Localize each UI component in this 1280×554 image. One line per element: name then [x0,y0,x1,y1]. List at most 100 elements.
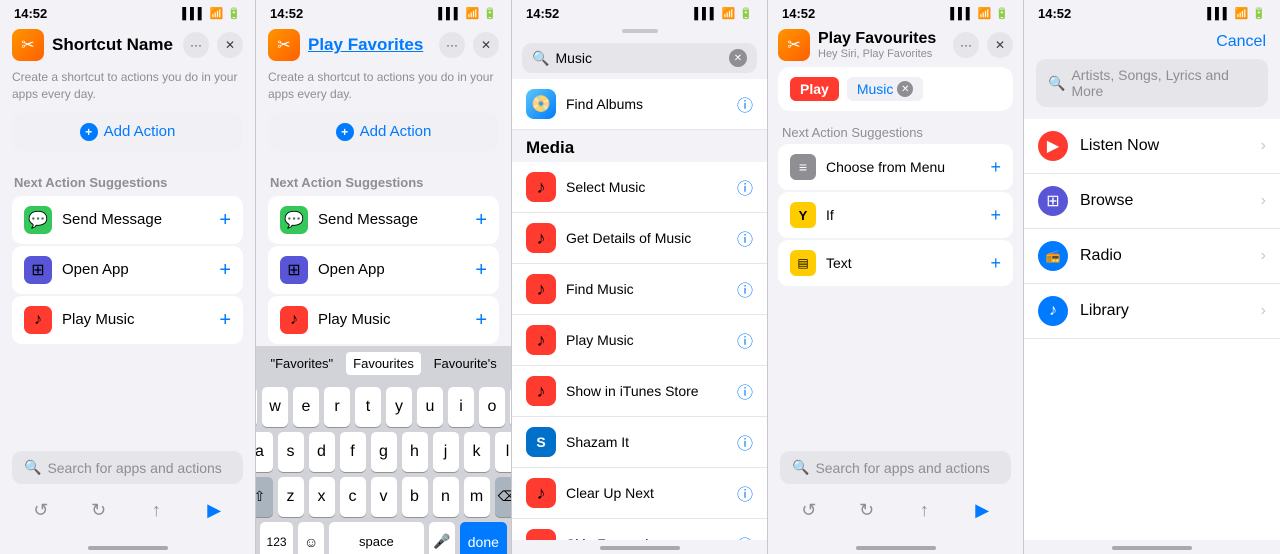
suggestion-open-app-2[interactable]: ⊞ Open App + [268,246,499,294]
search-bar-1[interactable]: 🔍 Search for apps and actions [12,451,243,484]
next-sugg-choose-menu[interactable]: ≡ Choose from Menu + [778,144,1013,190]
add-action-button-2[interactable]: + Add Action [268,113,499,151]
suggestion-play-music-1[interactable]: ♪ Play Music + [12,296,243,344]
menu-icon-1[interactable]: ··· [183,32,209,58]
next-sugg-if[interactable]: Y If + [778,192,1013,238]
key-z[interactable]: z [278,477,304,517]
key-b[interactable]: b [402,477,428,517]
result-itunes-store[interactable]: ♪ Show in iTunes Store ⓘ [512,366,767,417]
nav-redo-4[interactable]: ↻ [853,496,881,524]
add-if[interactable]: + [990,205,1001,226]
nav-undo-4[interactable]: ↺ [795,496,823,524]
nav-play-4[interactable]: ▶ [968,496,996,524]
fav-menu-icon[interactable]: ··· [953,32,979,58]
itunes-library[interactable]: ♪ Library › [1024,284,1280,339]
key-r[interactable]: r [324,387,350,427]
info-icon-shazam[interactable]: ⓘ [737,430,753,454]
key-f[interactable]: f [340,432,366,472]
result-shazam[interactable]: S Shazam It ⓘ [512,417,767,468]
key-l[interactable]: l [495,432,513,472]
key-j[interactable]: j [433,432,459,472]
itunes-search-bar[interactable]: 🔍 Artists, Songs, Lyrics and More [1036,59,1268,107]
key-x[interactable]: x [309,477,335,517]
key-h[interactable]: h [402,432,428,472]
add-action-button-1[interactable]: + Add Action [12,113,243,151]
key-i[interactable]: i [448,387,474,427]
key-a[interactable]: a [256,432,273,472]
suggestion-send-message-2[interactable]: 💬 Send Message + [268,196,499,244]
result-find-music[interactable]: ♪ Find Music ⓘ [512,264,767,315]
key-o[interactable]: o [479,387,505,427]
key-123[interactable]: 123 [260,522,293,554]
key-d[interactable]: d [309,432,335,472]
clear-music-tag[interactable]: ✕ [897,81,913,97]
search-clear-3[interactable]: ✕ [729,49,747,67]
suggestion-send-message-1[interactable]: 💬 Send Message + [12,196,243,244]
nav-share-4[interactable]: ↑ [910,496,938,524]
suggestion-open-app-1[interactable]: ⊞ Open App + [12,246,243,294]
info-icon-itunes[interactable]: ⓘ [737,379,753,403]
key-g[interactable]: g [371,432,397,472]
result-get-details[interactable]: ♪ Get Details of Music ⓘ [512,213,767,264]
add-suggestion-2c[interactable]: + [475,310,487,330]
info-icon-find[interactable]: ⓘ [737,277,753,301]
key-n[interactable]: n [433,477,459,517]
fav-close-icon[interactable]: ✕ [987,32,1013,58]
autocomplete-word-2[interactable]: Favourites [346,352,422,375]
autocomplete-word-3[interactable]: Favourite's [427,352,503,375]
key-e[interactable]: e [293,387,319,427]
info-icon-play[interactable]: ⓘ [737,328,753,352]
add-choose-menu[interactable]: + [990,157,1001,178]
info-icon-details[interactable]: ⓘ [737,226,753,250]
cancel-button[interactable]: Cancel [1216,33,1266,51]
key-q[interactable]: q [256,387,257,427]
nav-redo-1[interactable]: ↻ [85,496,113,524]
search-bar-4[interactable]: 🔍 Search for apps and actions [780,451,1011,484]
action-play-btn[interactable]: Play [790,77,839,101]
nav-undo-1[interactable]: ↺ [27,496,55,524]
itunes-browse[interactable]: ⊞ Browse › [1024,174,1280,229]
key-emoji[interactable]: ☺ [298,522,324,554]
add-text[interactable]: + [990,253,1001,274]
key-k[interactable]: k [464,432,490,472]
info-icon-select[interactable]: ⓘ [737,175,753,199]
info-icon-albums[interactable]: ⓘ [737,92,753,116]
key-done[interactable]: done [460,522,507,554]
key-t[interactable]: t [355,387,381,427]
nav-play-1[interactable]: ▶ [200,496,228,524]
result-play-music[interactable]: ♪ Play Music ⓘ [512,315,767,366]
close-icon-1[interactable]: ✕ [217,32,243,58]
key-delete[interactable]: ⌫ [495,477,513,517]
key-v[interactable]: v [371,477,397,517]
key-y[interactable]: y [386,387,412,427]
result-find-albums[interactable]: 📀 Find Albums ⓘ [512,79,767,130]
add-suggestion-1c[interactable]: + [219,310,231,330]
itunes-listen-now[interactable]: ▶ Listen Now › [1024,119,1280,174]
search-input-3[interactable]: 🔍 Music ✕ [522,43,757,73]
result-clear-next[interactable]: ♪ Clear Up Next ⓘ [512,468,767,519]
nav-share-1[interactable]: ↑ [142,496,170,524]
result-skip-forward[interactable]: ♪ Skip Forward ⓘ [512,519,767,540]
add-suggestion-2a[interactable]: + [475,210,487,230]
info-icon-clear[interactable]: ⓘ [737,481,753,505]
key-c[interactable]: c [340,477,366,517]
key-s[interactable]: s [278,432,304,472]
itunes-radio[interactable]: 📻 Radio › [1024,229,1280,284]
add-suggestion-1b[interactable]: + [219,260,231,280]
key-u[interactable]: u [417,387,443,427]
add-suggestion-1a[interactable]: + [219,210,231,230]
close-icon-2[interactable]: ✕ [473,32,499,58]
add-suggestion-2b[interactable]: + [475,260,487,280]
key-shift[interactable]: ⇧ [256,477,273,517]
menu-icon-2[interactable]: ··· [439,32,465,58]
info-icon-skip[interactable]: ⓘ [737,532,753,540]
key-space[interactable]: space [329,522,424,554]
autocomplete-word-1[interactable]: "Favorites" [264,352,340,375]
result-select-music[interactable]: ♪ Select Music ⓘ [512,162,767,213]
next-sugg-text[interactable]: ▤ Text + [778,240,1013,286]
suggestion-play-music-2[interactable]: ♪ Play Music + [268,296,499,344]
key-mic[interactable]: 🎤 [429,522,455,554]
key-m[interactable]: m [464,477,490,517]
key-w[interactable]: w [262,387,288,427]
key-p[interactable]: p [510,387,512,427]
